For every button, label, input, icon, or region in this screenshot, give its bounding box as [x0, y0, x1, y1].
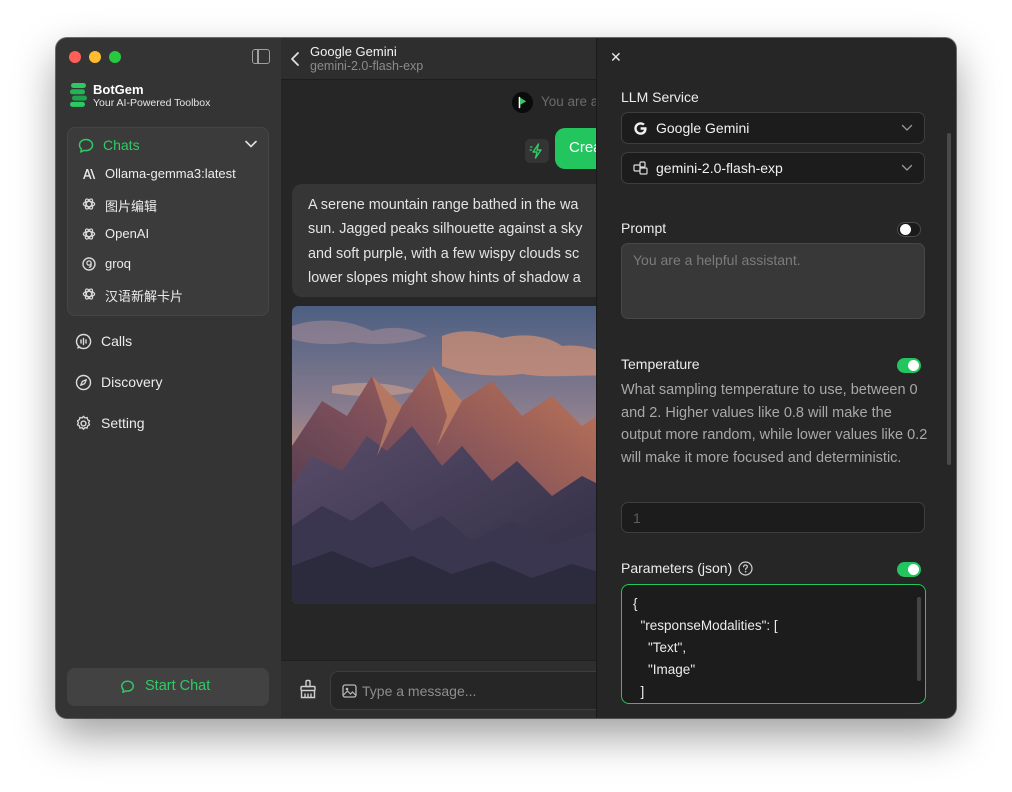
chat-item-label: 图片编辑: [105, 199, 158, 214]
back-arrow-icon[interactable]: [290, 51, 300, 67]
ai-text-line: and soft purple, with a few wispy clouds…: [308, 245, 580, 262]
parameters-toggle[interactable]: [897, 562, 921, 577]
temperature-toggle[interactable]: [897, 358, 921, 373]
nav-item-calls[interactable]: Calls: [75, 331, 265, 353]
ai-text-line: sun. Jagged peaks silhouette against a s…: [308, 221, 583, 238]
openai-icon: [82, 228, 96, 240]
model-cube-icon: [633, 161, 648, 175]
zoom-window-button[interactable]: [109, 51, 121, 63]
llm-service-label: LLM Service: [621, 89, 699, 105]
lightning-icon[interactable]: [525, 139, 549, 163]
chat-header: Google Gemini gemini-2.0-flash-exp: [281, 38, 596, 80]
parameters-json-text: { "responseModalities": [ "Text", "Image…: [633, 596, 778, 699]
chat-item-label: OpenAI: [105, 226, 150, 241]
close-window-button[interactable]: [69, 51, 81, 63]
temperature-label: Temperature: [621, 356, 700, 372]
compass-icon: [75, 374, 92, 391]
prompt-label: Prompt: [621, 220, 667, 236]
model-value: gemini-2.0-flash-exp: [656, 160, 783, 176]
prompt-toggle[interactable]: [897, 222, 921, 237]
chevron-down-icon[interactable]: [245, 139, 257, 149]
chevron-down-icon: [901, 124, 913, 131]
nav-item-discovery[interactable]: Discovery: [75, 372, 265, 394]
sidebar: BotGem Your AI-Powered Toolbox Chats Oll…: [56, 38, 281, 718]
gear-icon: [76, 415, 91, 430]
minimize-window-button[interactable]: [89, 51, 101, 63]
ai-message-bubble: A serene mountain range bathed in the wa…: [292, 184, 622, 297]
temperature-placeholder: 1: [633, 510, 641, 526]
system-prompt-avatar-icon: [512, 92, 533, 113]
parameters-label: Parameters (json): [621, 560, 733, 576]
start-chat-button[interactable]: Start Chat: [67, 668, 269, 706]
openai-icon: [82, 288, 96, 300]
prompt-textarea[interactable]: You are a helpful assistant.: [621, 243, 925, 319]
sidebar-toggle-icon[interactable]: [252, 49, 270, 64]
chat-item-chinese-card[interactable]: 汉语新解卡片: [68, 284, 268, 306]
phone-wave-icon: [75, 333, 92, 350]
nav-item-label: Calls: [101, 333, 133, 349]
chevron-down-icon: [901, 164, 913, 171]
chat-item-openai[interactable]: OpenAI: [68, 224, 268, 246]
nav-item-label: Discovery: [101, 374, 163, 390]
chats-label: Chats: [103, 137, 140, 153]
app-window: BotGem Your AI-Powered Toolbox Chats Oll…: [56, 38, 956, 718]
openai-icon: [82, 198, 96, 210]
service-value: Google Gemini: [656, 120, 750, 136]
json-scrollbar[interactable]: [917, 597, 921, 681]
chat-settings-panel: ✕ LLM Service Google Gemini gemini-2.0-f…: [596, 38, 956, 718]
image-upload-icon[interactable]: [342, 684, 357, 698]
chat-model-subtitle: gemini-2.0-flash-exp: [310, 59, 424, 73]
groq-icon: [82, 257, 96, 271]
prompt-placeholder: You are a helpful assistant.: [633, 252, 801, 268]
model-select[interactable]: gemini-2.0-flash-exp: [621, 152, 925, 184]
app-tagline: Your AI-Powered Toolbox: [93, 97, 211, 109]
help-circle-icon[interactable]: [738, 561, 753, 576]
temperature-description: What sampling temperature to use, betwee…: [621, 382, 928, 466]
app-name: BotGem: [93, 82, 144, 97]
chat-item-label: groq: [105, 256, 132, 271]
google-g-icon: [634, 122, 647, 135]
panel-scrollbar[interactable]: [947, 133, 951, 465]
chat-area: Google Gemini gemini-2.0-flash-exp You a…: [281, 38, 703, 718]
chat-item-image-edit[interactable]: 图片编辑: [68, 194, 268, 216]
chat-bubble-icon: [121, 680, 134, 694]
chat-item-groq[interactable]: groq: [68, 254, 268, 276]
clear-context-brush-icon[interactable]: [298, 679, 318, 699]
anthropic-icon: [83, 169, 96, 179]
chat-item-label: Ollama-gemma3:latest: [105, 166, 236, 181]
chat-item-ollama[interactable]: Ollama-gemma3:latest: [68, 164, 268, 186]
nav-item-setting[interactable]: Setting: [75, 413, 265, 435]
parameters-json-editor[interactable]: { "responseModalities": [ "Text", "Image…: [621, 584, 926, 704]
chat-title: Google Gemini: [310, 44, 397, 59]
llm-service-select[interactable]: Google Gemini: [621, 112, 925, 144]
ai-text-line: lower slopes might show hints of shadow …: [308, 269, 581, 286]
close-panel-icon[interactable]: ✕: [610, 50, 622, 64]
chat-bubble-icon: [78, 138, 94, 153]
ai-message-text: A serene mountain range bathed in the wa…: [308, 193, 608, 290]
nav-item-label: Setting: [101, 415, 145, 431]
chats-header[interactable]: Chats: [68, 136, 268, 156]
message-input-bar: Type a message...: [281, 660, 610, 718]
generated-mountain-image[interactable]: [292, 306, 612, 604]
ai-text-line: A serene mountain range bathed in the wa: [308, 197, 579, 213]
botgem-logo-icon: [70, 83, 87, 107]
start-chat-label: Start Chat: [145, 678, 211, 694]
message-input-placeholder: Type a message...: [362, 683, 477, 699]
chat-item-label: 汉语新解卡片: [105, 289, 184, 304]
message-input[interactable]: Type a message...: [330, 671, 610, 710]
chats-group: Chats Ollama-gemma3:latest 图片编辑 OpenAI g…: [67, 127, 269, 316]
temperature-input[interactable]: 1: [621, 502, 925, 533]
